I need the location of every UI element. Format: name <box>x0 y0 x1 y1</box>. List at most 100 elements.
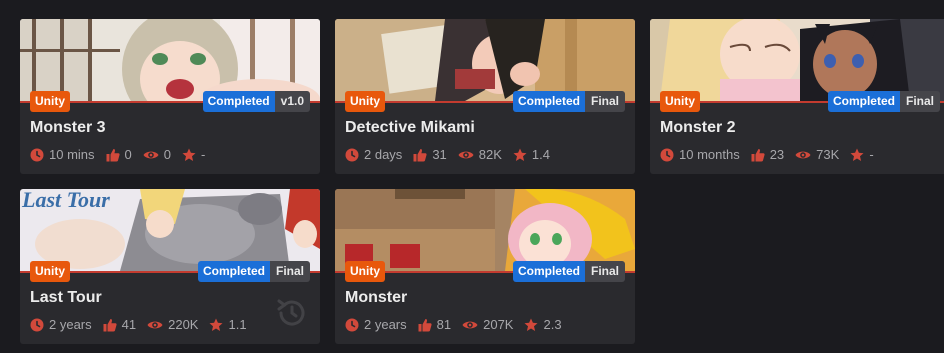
status-badge-group: Completed Final <box>197 261 310 282</box>
updated-stat: 2 days <box>345 147 402 162</box>
eye-icon <box>462 321 478 328</box>
views-value: 207K <box>483 317 514 332</box>
rating-value: - <box>869 147 874 162</box>
status-badge-group: Completed v1.0 <box>202 91 310 112</box>
rating-stat: 1.1 <box>209 317 247 332</box>
game-meta: 2 years 41 220K 1.1 <box>30 317 258 332</box>
clock-icon <box>660 148 674 161</box>
game-title[interactable]: Detective Mikami <box>345 119 475 137</box>
updated-stat: 2 years <box>345 317 407 332</box>
rating-stat: 2.3 <box>524 317 562 332</box>
thumbs-up-icon <box>106 148 120 161</box>
star-icon <box>182 148 196 161</box>
rating-stat: - <box>850 147 874 162</box>
engine-badge: Unity <box>345 261 385 282</box>
updated-value: 2 years <box>49 317 92 332</box>
status-badge-group: Completed Final <box>512 261 625 282</box>
engine-badge: Unity <box>30 261 70 282</box>
updated-stat: 2 years <box>30 317 92 332</box>
game-card[interactable]: Unity Completed Final Detective Mikami 2… <box>335 19 635 174</box>
views-value: 82K <box>478 147 502 162</box>
game-meta: 2 years 81 207K 2.3 <box>345 317 573 332</box>
history-icon[interactable] <box>275 296 309 330</box>
eye-icon <box>147 321 163 328</box>
status-badge: Completed <box>827 91 900 112</box>
status-badge-group: Completed Final <box>512 91 625 112</box>
game-card[interactable]: Unity Completed Final Monster 2 10 month… <box>650 19 944 174</box>
thumbs-up-icon <box>103 318 117 331</box>
views-value: 73K <box>816 147 840 162</box>
game-title[interactable]: Monster <box>345 289 407 307</box>
rating-value: 1.1 <box>228 317 247 332</box>
star-icon <box>850 148 864 161</box>
likes-value: 81 <box>436 317 452 332</box>
rating-value: - <box>201 147 206 162</box>
game-meta: 10 mins 0 0 - <box>30 147 216 162</box>
game-meta: 2 days 31 82K 1.4 <box>345 147 561 162</box>
eye-icon <box>143 151 159 158</box>
thumbs-up-icon <box>413 148 427 161</box>
game-title[interactable]: Last Tour <box>30 289 102 307</box>
engine-badge: Unity <box>345 91 385 112</box>
thumbnail-title-text: Last Tour <box>21 189 110 212</box>
game-meta: 10 months 23 73K - <box>660 147 885 162</box>
eye-icon <box>795 151 811 158</box>
likes-value: 41 <box>121 317 137 332</box>
version-badge: Final <box>269 261 310 282</box>
rating-stat: 1.4 <box>513 147 550 162</box>
game-thumbnail[interactable]: Last Tour <box>20 189 320 271</box>
game-thumbnail[interactable] <box>335 19 635 101</box>
game-thumbnail[interactable] <box>650 19 944 101</box>
game-title[interactable]: Monster 2 <box>660 119 736 137</box>
views-stat: 207K <box>462 317 513 332</box>
thumbs-up-icon <box>418 318 432 331</box>
views-stat: 73K <box>795 147 839 162</box>
game-card[interactable]: Unity Completed v1.0 Monster 3 10 mins 0… <box>20 19 320 174</box>
views-stat: 82K <box>458 147 502 162</box>
star-icon <box>524 318 538 331</box>
views-stat: 220K <box>147 317 198 332</box>
status-badge: Completed <box>197 261 270 282</box>
rating-value: 1.4 <box>531 147 550 162</box>
rating-value: 2.3 <box>543 317 562 332</box>
updated-stat: 10 months <box>660 147 740 162</box>
updated-value: 2 days <box>364 147 403 162</box>
engine-badge: Unity <box>660 91 700 112</box>
likes-value: 23 <box>769 147 785 162</box>
views-value: 220K <box>168 317 199 332</box>
engine-badge: Unity <box>30 91 70 112</box>
updated-value: 2 years <box>364 317 407 332</box>
status-badge: Completed <box>512 261 585 282</box>
likes-value: 31 <box>432 147 447 162</box>
version-badge: Final <box>584 91 625 112</box>
views-stat: 0 <box>143 147 171 162</box>
status-badge: Completed <box>202 91 275 112</box>
clock-icon <box>30 148 44 161</box>
star-icon <box>513 148 527 161</box>
likes-stat: 23 <box>751 147 784 162</box>
eye-icon <box>458 151 474 158</box>
version-badge: Final <box>584 261 625 282</box>
clock-icon <box>30 318 44 331</box>
likes-stat: 31 <box>413 147 447 162</box>
version-badge: v1.0 <box>274 91 310 112</box>
clock-icon <box>345 148 359 161</box>
star-icon <box>209 318 223 331</box>
likes-stat: 81 <box>418 317 451 332</box>
game-grid: Unity Completed v1.0 Monster 3 10 mins 0… <box>0 0 944 353</box>
likes-value: 0 <box>124 147 132 162</box>
updated-stat: 10 mins <box>30 147 95 162</box>
likes-stat: 0 <box>106 147 132 162</box>
game-title[interactable]: Monster 3 <box>30 119 106 137</box>
likes-stat: 41 <box>103 317 136 332</box>
clock-icon <box>345 318 359 331</box>
status-badge: Completed <box>512 91 585 112</box>
updated-value: 10 mins <box>49 147 95 162</box>
game-thumbnail[interactable] <box>20 19 320 101</box>
rating-stat: - <box>182 147 205 162</box>
updated-value: 10 months <box>679 147 740 162</box>
game-thumbnail[interactable] <box>335 189 635 271</box>
thumbs-up-icon <box>751 148 765 161</box>
views-value: 0 <box>163 147 171 162</box>
game-card[interactable]: Unity Completed Final Monster 2 years 81… <box>335 189 635 344</box>
